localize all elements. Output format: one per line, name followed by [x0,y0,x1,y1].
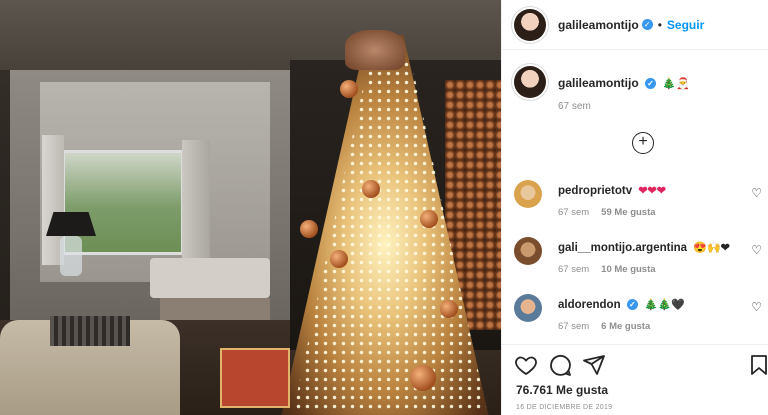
photo-ornament [300,220,318,238]
author-avatar[interactable] [514,8,546,41]
comment-likes[interactable]: 10 Me gusta [601,264,655,275]
comment-meta: 67 sem 59 Me gusta [558,207,656,218]
photo-sofa [150,258,270,298]
caption-username: galileamontijo ✓ 🎄🎅 [558,76,690,90]
commenter-avatar[interactable] [514,294,542,322]
post-date[interactable]: 16 DE DICIEMBRE DE 2019 [516,404,612,411]
photo-ornament [362,180,380,198]
comment-time[interactable]: 67 sem [558,321,589,332]
post-photo[interactable] [0,0,501,415]
heart-icon[interactable] [514,353,538,377]
photo-lamp-shade [46,212,96,236]
verified-badge-icon: ✓ [641,19,653,30]
comment-item: pedroprietotv ❤❤❤ 67 sem 59 Me gusta ♡ [514,180,764,224]
likes-count[interactable]: 76.761 Me gusta [516,383,608,397]
comment-meta: 67 sem 10 Me gusta [558,264,656,275]
follow-button[interactable]: Seguir [667,18,704,32]
verified-badge-icon: ✓ [645,78,657,90]
post-actions-bar: 76.761 Me gusta 16 DE DICIEMBRE DE 2019 [502,344,768,415]
commenter-username: gali__montijo.argentina 😍🙌❤ [558,241,730,254]
comment-text: 😍🙌❤ [693,242,730,254]
comment-time[interactable]: 67 sem [558,207,589,218]
commenter-username: aldorendon ✓ 🎄🎄🖤 [558,298,685,311]
comment-text: 🎄🎄🖤 [644,299,686,311]
author-username[interactable]: galileamontijo [558,18,639,32]
commenter-username-text[interactable]: aldorendon [558,299,621,311]
photo-blanket [50,316,130,346]
photo-curtain-right [182,140,210,260]
photo-ornament [330,250,348,268]
commenter-username: pedroprietotv ❤❤❤ [558,184,666,197]
commenter-avatar[interactable] [514,180,542,208]
separator-dot: • [657,17,662,32]
post-side-panel: galileamontijo ✓ • Seguir galileamontijo… [501,0,768,415]
photo-ornament [420,210,438,228]
commenter-username-text[interactable]: gali__montijo.argentina [558,242,687,254]
comment-bubble-icon[interactable] [548,353,572,377]
photo-ornament [440,300,458,318]
photo-ornament [340,80,358,98]
comment-likes[interactable]: 59 Me gusta [601,207,655,218]
photo-ornament [410,365,436,391]
heart-icon[interactable]: ♡ [751,300,762,314]
heart-icon[interactable]: ♡ [751,243,762,257]
comment-item: aldorendon ✓ 🎄🎄🖤 67 sem 6 Me gusta ♡ [514,294,764,338]
comment-meta: 67 sem 6 Me gusta [558,321,650,332]
caption-time[interactable]: 67 sem [558,101,591,112]
verified-badge-icon: ✓ [626,299,638,311]
post-header: galileamontijo ✓ • Seguir [502,0,768,50]
photo-lamp-base [60,236,82,276]
photo-gift-box [220,348,290,408]
bookmark-icon[interactable] [747,353,768,377]
caption-emojis: 🎄🎅 [662,78,690,90]
photo-tree-bow [345,30,405,70]
paper-plane-icon[interactable] [582,353,606,377]
heart-icon[interactable]: ♡ [751,186,762,200]
comment-likes[interactable]: 6 Me gusta [601,321,650,332]
caption-username-text[interactable]: galileamontijo [558,76,639,90]
commenter-username-text[interactable]: pedroprietotv [558,185,632,197]
comment-item: gali__montijo.argentina 😍🙌❤ 67 sem 10 Me … [514,237,764,281]
comment-time[interactable]: 67 sem [558,264,589,275]
commenter-avatar[interactable] [514,237,542,265]
comment-text: ❤❤❤ [638,185,666,197]
caption-avatar[interactable] [514,66,546,98]
plus-circle-icon[interactable]: + [632,132,654,154]
